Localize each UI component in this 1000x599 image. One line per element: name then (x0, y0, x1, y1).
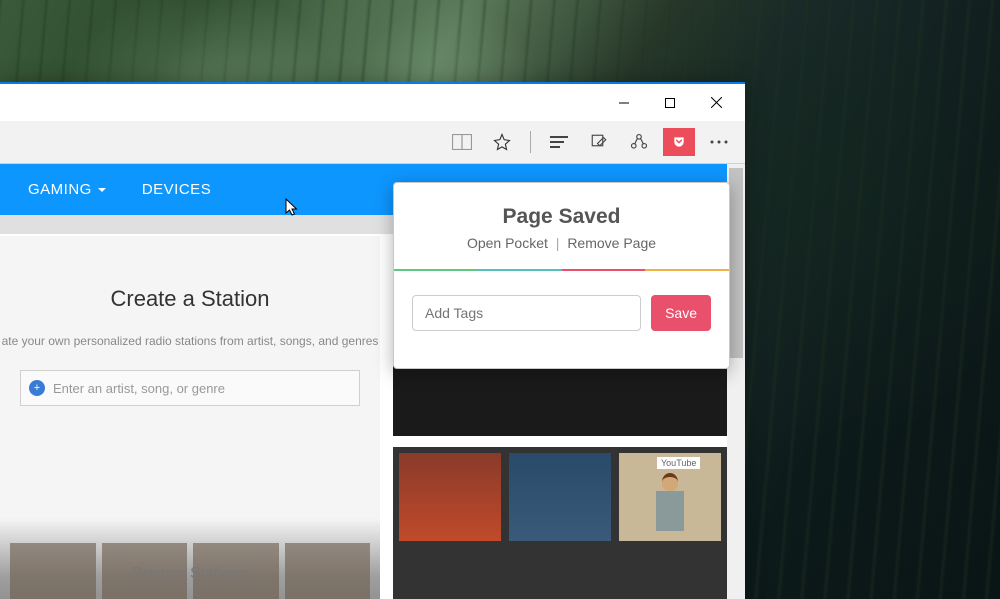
reading-view-icon[interactable] (444, 124, 480, 160)
chevron-down-icon (98, 188, 106, 192)
minimize-button[interactable] (601, 87, 647, 119)
browse-stations-label: Browse Stations (0, 565, 380, 583)
nav-item-devices[interactable]: DEVICES (142, 181, 211, 198)
browser-toolbar (0, 121, 745, 164)
station-title: Create a Station (0, 286, 380, 312)
save-button[interactable]: Save (651, 295, 711, 331)
popup-form: Save (394, 271, 729, 331)
station-input-placeholder: Enter an artist, song, or genre (53, 381, 225, 396)
toolbar-separator (530, 131, 531, 153)
pocket-extension-icon[interactable] (661, 124, 697, 160)
video-thumbnails: YouTube (393, 447, 727, 547)
article-card-left[interactable]: Create a Station ate your own personaliz… (0, 236, 380, 599)
web-note-icon[interactable] (581, 124, 617, 160)
nav-label: DEVICES (142, 181, 211, 198)
thumbnail (509, 453, 611, 541)
thumbnail: YouTube (619, 453, 721, 541)
window-titlebar (0, 84, 745, 121)
popup-links: Open Pocket | Remove Page (394, 235, 729, 251)
more-menu-icon[interactable] (701, 124, 737, 160)
maximize-button[interactable] (647, 87, 693, 119)
station-subtitle: ate your own personalized radio stations… (0, 334, 380, 348)
create-station-panel: Create a Station ate your own personaliz… (0, 286, 380, 406)
popup-title: Page Saved (394, 205, 729, 229)
hub-icon[interactable] (541, 124, 577, 160)
scrollbar-thumb[interactable] (729, 168, 743, 358)
card-gradient-overlay (0, 518, 380, 599)
station-search-input[interactable]: + Enter an artist, song, or genre (20, 370, 360, 406)
popup-color-bar (394, 269, 729, 271)
pocket-popup: Page Saved Open Pocket | Remove Page Sav… (393, 182, 730, 369)
person-thumbnail (652, 473, 688, 537)
article-card-bot-right[interactable]: YouTube AdBlock and AdBlock Plus now ava… (393, 447, 727, 599)
open-pocket-link[interactable]: Open Pocket (467, 235, 548, 251)
thumbnail (399, 453, 501, 541)
close-button[interactable] (693, 87, 739, 119)
popup-separator: | (556, 235, 560, 251)
share-icon[interactable] (621, 124, 657, 160)
plus-icon: + (29, 380, 45, 396)
favorite-star-icon[interactable] (484, 124, 520, 160)
tags-input[interactable] (412, 295, 641, 331)
nav-label: GAMING (28, 181, 92, 198)
nav-item-gaming[interactable]: GAMING (28, 181, 106, 198)
remove-page-link[interactable]: Remove Page (567, 235, 656, 251)
youtube-badge: YouTube (657, 457, 700, 469)
